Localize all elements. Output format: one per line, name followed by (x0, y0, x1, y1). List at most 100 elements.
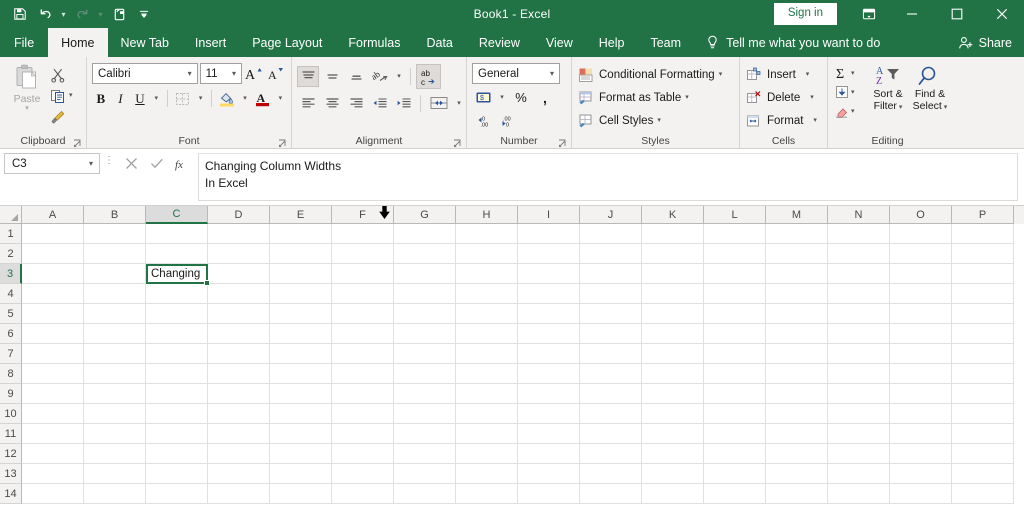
cell-I5[interactable] (518, 304, 580, 324)
cell-J13[interactable] (580, 464, 642, 484)
cell-I4[interactable] (518, 284, 580, 304)
select-all-button[interactable] (0, 206, 22, 224)
copy-button[interactable]: ▾ (49, 86, 73, 105)
tell-me-search[interactable]: Tell me what you want to do (694, 28, 880, 57)
cell-D9[interactable] (208, 384, 270, 404)
maximize-icon[interactable] (934, 0, 979, 28)
cell-C2[interactable] (146, 244, 208, 264)
cell-P3[interactable] (952, 264, 1014, 284)
cell-N3[interactable] (828, 264, 890, 284)
cell-G4[interactable] (394, 284, 456, 304)
cell-H12[interactable] (456, 444, 518, 464)
align-right-button[interactable] (345, 93, 367, 114)
cell-E2[interactable] (270, 244, 332, 264)
cell-K10[interactable] (642, 404, 704, 424)
cell-styles-button[interactable]: Cell Styles ▾ (577, 110, 722, 131)
cell-B9[interactable] (84, 384, 146, 404)
clear-chevron-down-icon[interactable]: ▾ (851, 108, 855, 115)
column-header-m[interactable]: M (766, 206, 828, 224)
accounting-number-format-button[interactable]: $ (472, 87, 494, 108)
decrease-decimal-button[interactable]: .00 0 (496, 111, 518, 132)
alignment-dialog-launcher-icon[interactable] (453, 139, 462, 148)
cell-B11[interactable] (84, 424, 146, 444)
cell-I9[interactable] (518, 384, 580, 404)
format-as-table-button[interactable]: Format as Table ▾ (577, 87, 722, 108)
cell-G7[interactable] (394, 344, 456, 364)
cell-E1[interactable] (270, 224, 332, 244)
clipboard-dialog-launcher-icon[interactable] (73, 139, 82, 148)
align-top-button[interactable] (297, 66, 319, 87)
cell-E13[interactable] (270, 464, 332, 484)
cell-A4[interactable] (22, 284, 84, 304)
cell-P4[interactable] (952, 284, 1014, 304)
accounting-chevron-down-icon[interactable]: ▾ (496, 87, 508, 108)
cell-P11[interactable] (952, 424, 1014, 444)
cell-B14[interactable] (84, 484, 146, 504)
cell-I12[interactable] (518, 444, 580, 464)
cell-P8[interactable] (952, 364, 1014, 384)
cell-J7[interactable] (580, 344, 642, 364)
cell-F13[interactable] (332, 464, 394, 484)
cell-G9[interactable] (394, 384, 456, 404)
column-header-a[interactable]: A (22, 206, 84, 224)
formula-input[interactable]: Changing Column Widths In Excel (198, 153, 1018, 201)
format-painter-button[interactable] (49, 107, 73, 126)
cell-E12[interactable] (270, 444, 332, 464)
fill-color-button[interactable] (217, 88, 237, 109)
cell-L3[interactable] (704, 264, 766, 284)
cell-O4[interactable] (890, 284, 952, 304)
find-and-select-button[interactable]: Find & Select ▾ (909, 64, 951, 120)
cell-D1[interactable] (208, 224, 270, 244)
cell-D13[interactable] (208, 464, 270, 484)
formula-bar-splitter[interactable]: ⋮ (100, 149, 118, 205)
row-header-9[interactable]: 9 (0, 384, 22, 404)
cell-L1[interactable] (704, 224, 766, 244)
autosum-button[interactable]: Σ ▾ (833, 64, 867, 82)
cell-M6[interactable] (766, 324, 828, 344)
column-header-l[interactable]: L (704, 206, 766, 224)
cell-F1[interactable] (332, 224, 394, 244)
cell-N14[interactable] (828, 484, 890, 504)
increase-indent-button[interactable] (393, 93, 415, 114)
tab-team[interactable]: Team (637, 28, 694, 57)
cell-I11[interactable] (518, 424, 580, 444)
cell-C12[interactable] (146, 444, 208, 464)
cell-K9[interactable] (642, 384, 704, 404)
cell-H1[interactable] (456, 224, 518, 244)
cell-I1[interactable] (518, 224, 580, 244)
cell-C8[interactable] (146, 364, 208, 384)
row-header-10[interactable]: 10 (0, 404, 22, 424)
cell-M1[interactable] (766, 224, 828, 244)
row-header-12[interactable]: 12 (0, 444, 22, 464)
row-header-13[interactable]: 13 (0, 464, 22, 484)
cell-C6[interactable] (146, 324, 208, 344)
cell-O8[interactable] (890, 364, 952, 384)
column-header-g[interactable]: G (394, 206, 456, 224)
undo-icon[interactable] (33, 3, 57, 25)
cell-K8[interactable] (642, 364, 704, 384)
cell-A14[interactable] (22, 484, 84, 504)
cell-D7[interactable] (208, 344, 270, 364)
cell-J3[interactable] (580, 264, 642, 284)
cell-E4[interactable] (270, 284, 332, 304)
cell-O13[interactable] (890, 464, 952, 484)
sort-and-filter-button[interactable]: AZ Sort & Filter ▾ (867, 64, 909, 120)
delete-cells-button[interactable]: Delete ▾ (745, 87, 817, 108)
cell-D3[interactable] (208, 264, 270, 284)
insert-chevron-down-icon[interactable]: ▾ (806, 71, 810, 78)
cell-N9[interactable] (828, 384, 890, 404)
cell-H4[interactable] (456, 284, 518, 304)
bold-button[interactable]: B (92, 88, 110, 109)
cell-E7[interactable] (270, 344, 332, 364)
font-color-chevron-down-icon[interactable]: ▾ (275, 88, 286, 109)
close-icon[interactable] (979, 0, 1024, 28)
cell-H13[interactable] (456, 464, 518, 484)
cell-D10[interactable] (208, 404, 270, 424)
cell-L7[interactable] (704, 344, 766, 364)
font-color-button[interactable]: A (253, 88, 273, 109)
fx-icon[interactable]: fx (170, 153, 196, 174)
cell-G13[interactable] (394, 464, 456, 484)
font-size-combobox[interactable]: 11 ▾ (200, 63, 242, 84)
cell-N12[interactable] (828, 444, 890, 464)
cell-H3[interactable] (456, 264, 518, 284)
